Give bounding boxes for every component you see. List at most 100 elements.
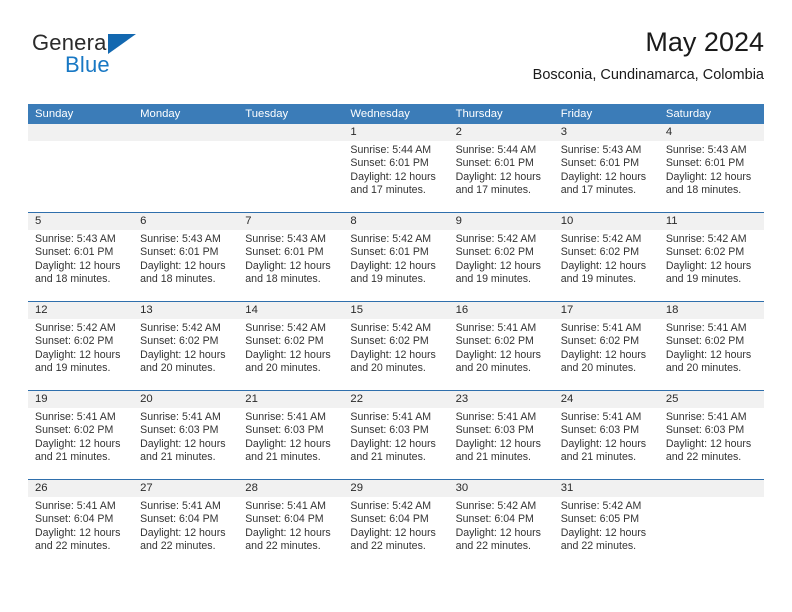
day-number[interactable]: 5	[28, 213, 133, 230]
day-number[interactable]: 19	[28, 391, 133, 408]
daylight-text-line1: Daylight: 12 hours	[455, 170, 541, 183]
location-subtitle: Bosconia, Cundinamarca, Colombia	[532, 67, 764, 83]
day-cell[interactable]: Sunrise: 5:42 AM Sunset: 6:02 PM Daylight:…	[343, 319, 448, 390]
day-number[interactable]: 21	[238, 391, 343, 408]
sunset-text: Sunset: 6:05 PM	[560, 513, 640, 526]
day-number[interactable]: 11	[659, 213, 764, 230]
sunset-text: Sunset: 6:01 PM	[455, 157, 534, 170]
sunset-text: Sunset: 6:01 PM	[35, 246, 114, 259]
day-number[interactable]: 22	[343, 391, 448, 408]
day-cell[interactable]: Sunrise: 5:42 AM Sunset: 6:02 PM Daylight:…	[28, 319, 133, 390]
day-number[interactable]: 30	[449, 480, 554, 497]
daylight-text-line1: Daylight: 12 hours	[455, 526, 541, 539]
daylight-text-line1: Daylight: 12 hours	[350, 437, 436, 450]
day-number[interactable]: 16	[449, 302, 554, 319]
day-number[interactable]: 26	[28, 480, 133, 497]
day-number[interactable]: 2	[449, 124, 554, 141]
day-number[interactable]: 4	[659, 124, 764, 141]
day-number[interactable]: 13	[133, 302, 238, 319]
day-number[interactable]: 17	[554, 302, 659, 319]
sunrise-text: Sunrise: 5:41 AM	[665, 411, 747, 423]
sunset-text: Sunset: 6:02 PM	[35, 424, 114, 437]
sunset-text: Sunset: 6:03 PM	[455, 424, 534, 437]
day-cell[interactable]: Sunrise: 5:42 AM Sunset: 6:05 PM Daylight:…	[554, 497, 659, 568]
daylight-text-line1: Daylight: 12 hours	[560, 259, 647, 272]
daylight-text-line1: Daylight: 12 hours	[140, 437, 226, 450]
day-cell[interactable]: Sunrise: 5:41 AM Sunset: 6:02 PM Daylight:…	[554, 319, 659, 390]
day-number[interactable]: 7	[238, 213, 343, 230]
day-cell[interactable]: Sunrise: 5:41 AM Sunset: 6:03 PM Daylight:…	[449, 408, 554, 479]
day-cell[interactable]: Sunrise: 5:41 AM Sunset: 6:02 PM Daylight:…	[659, 319, 764, 390]
week-detail-band: Sunrise: 5:42 AM Sunset: 6:02 PM Daylight:…	[28, 319, 764, 390]
weekday-header-sunday: Sunday	[35, 108, 74, 120]
week-daynumber-band: 19 20 21 22 23 24 25	[28, 391, 764, 408]
daylight-text-line2: and 21 minutes.	[560, 451, 637, 464]
sunset-text: Sunset: 6:01 PM	[140, 246, 219, 259]
day-cell[interactable]: Sunrise: 5:41 AM Sunset: 6:04 PM Daylight:…	[28, 497, 133, 568]
sunrise-text: Sunrise: 5:41 AM	[665, 322, 747, 334]
daylight-text-line1: Daylight: 12 hours	[35, 259, 121, 272]
day-number[interactable]: 9	[449, 213, 554, 230]
daylight-text-line2: and 22 minutes.	[35, 540, 111, 553]
day-cell[interactable]: Sunrise: 5:43 AM Sunset: 6:01 PM Daylight:…	[659, 141, 764, 212]
day-cell[interactable]: Sunrise: 5:43 AM Sunset: 6:01 PM Daylight:…	[238, 230, 343, 301]
day-cell[interactable]: Sunrise: 5:44 AM Sunset: 6:01 PM Daylight:…	[343, 141, 448, 212]
day-number[interactable]: 10	[554, 213, 659, 230]
day-number[interactable]: 23	[449, 391, 554, 408]
day-number[interactable]: 15	[343, 302, 448, 319]
day-cell[interactable]: Sunrise: 5:42 AM Sunset: 6:02 PM Daylight:…	[659, 230, 764, 301]
weekday-header-tuesday: Tuesday	[245, 108, 289, 120]
daylight-text-line1: Daylight: 12 hours	[560, 170, 647, 183]
day-cell[interactable]: Sunrise: 5:41 AM Sunset: 6:03 PM Daylight:…	[343, 408, 448, 479]
day-number[interactable]: 8	[343, 213, 448, 230]
day-cell[interactable]: Sunrise: 5:41 AM Sunset: 6:03 PM Daylight:…	[133, 408, 238, 479]
day-number[interactable]: 31	[554, 480, 659, 497]
week-detail-band: Sunrise: 5:44 AM Sunset: 6:01 PM Daylight:…	[28, 141, 764, 212]
day-cell[interactable]: Sunrise: 5:44 AM Sunset: 6:01 PM Daylight:…	[449, 141, 554, 212]
day-cell[interactable]: Sunrise: 5:41 AM Sunset: 6:02 PM Daylight:…	[28, 408, 133, 479]
day-cell[interactable]: Sunrise: 5:43 AM Sunset: 6:01 PM Daylight:…	[28, 230, 133, 301]
day-number[interactable]: 20	[133, 391, 238, 408]
sunrise-text: Sunrise: 5:41 AM	[455, 411, 537, 423]
day-number[interactable]: 25	[659, 391, 764, 408]
sunset-text: Sunset: 6:01 PM	[350, 157, 429, 170]
day-cell[interactable]: Sunrise: 5:41 AM Sunset: 6:02 PM Daylight:…	[449, 319, 554, 390]
daylight-text-line2: and 21 minutes.	[350, 451, 426, 464]
daylight-text-line2: and 22 minutes.	[245, 540, 321, 553]
daylight-text-line2: and 18 minutes.	[665, 184, 742, 197]
day-cell[interactable]: Sunrise: 5:42 AM Sunset: 6:04 PM Daylight:…	[449, 497, 554, 568]
sunset-text: Sunset: 6:02 PM	[665, 246, 745, 259]
day-cell-empty	[238, 141, 343, 212]
day-cell[interactable]: Sunrise: 5:41 AM Sunset: 6:03 PM Daylight:…	[659, 408, 764, 479]
week-daynumber-band: 12 13 14 15 16 17 18	[28, 302, 764, 319]
day-cell[interactable]: Sunrise: 5:42 AM Sunset: 6:01 PM Daylight:…	[343, 230, 448, 301]
week-daynumber-band: 26 27 28 29 30 31	[28, 480, 764, 497]
daylight-text-line1: Daylight: 12 hours	[245, 437, 331, 450]
day-cell[interactable]: Sunrise: 5:42 AM Sunset: 6:02 PM Daylight:…	[133, 319, 238, 390]
day-number[interactable]: 14	[238, 302, 343, 319]
day-number[interactable]: 29	[343, 480, 448, 497]
day-number[interactable]: 12	[28, 302, 133, 319]
daylight-text-line2: and 22 minutes.	[140, 540, 216, 553]
title-block: May 2024 Bosconia, Cundinamarca, Colombi…	[533, 26, 764, 85]
calendar-week-row: 19 20 21 22 23 24 25 Sunrise: 5:41 AM Sunset: 6:…	[28, 390, 764, 479]
day-cell[interactable]: Sunrise: 5:42 AM Sunset: 6:04 PM Daylight:…	[343, 497, 448, 568]
day-number[interactable]: 3	[554, 124, 659, 141]
day-cell[interactable]: Sunrise: 5:41 AM Sunset: 6:04 PM Daylight:…	[133, 497, 238, 568]
day-number[interactable]: 1	[343, 124, 448, 141]
day-cell[interactable]: Sunrise: 5:41 AM Sunset: 6:04 PM Daylight:…	[238, 497, 343, 568]
day-cell[interactable]: Sunrise: 5:42 AM Sunset: 6:02 PM Daylight:…	[554, 230, 659, 301]
day-number[interactable]: 6	[133, 213, 238, 230]
sunset-text: Sunset: 6:01 PM	[350, 246, 429, 259]
day-number[interactable]: 28	[238, 480, 343, 497]
day-number[interactable]: 24	[554, 391, 659, 408]
day-cell[interactable]: Sunrise: 5:42 AM Sunset: 6:02 PM Daylight:…	[449, 230, 554, 301]
day-cell[interactable]: Sunrise: 5:42 AM Sunset: 6:02 PM Daylight:…	[238, 319, 343, 390]
day-number[interactable]: 18	[659, 302, 764, 319]
day-cell[interactable]: Sunrise: 5:43 AM Sunset: 6:01 PM Daylight:…	[554, 141, 659, 212]
day-cell[interactable]: Sunrise: 5:43 AM Sunset: 6:01 PM Daylight:…	[133, 230, 238, 301]
sunrise-text: Sunrise: 5:41 AM	[140, 411, 221, 423]
day-cell[interactable]: Sunrise: 5:41 AM Sunset: 6:03 PM Daylight:…	[238, 408, 343, 479]
day-number[interactable]: 27	[133, 480, 238, 497]
day-cell[interactable]: Sunrise: 5:41 AM Sunset: 6:03 PM Daylight:…	[554, 408, 659, 479]
